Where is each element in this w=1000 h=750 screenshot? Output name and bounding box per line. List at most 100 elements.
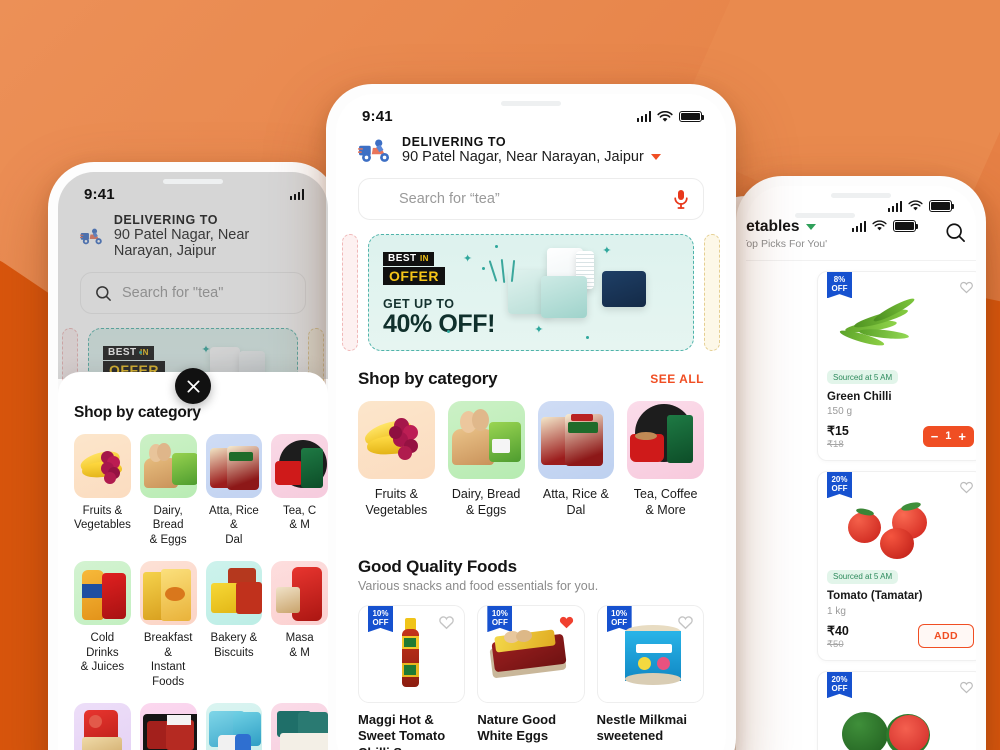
- category-item-tea-coffee-more[interactable]: Tea, C & M: [271, 434, 328, 547]
- category-item-pharma-wellness[interactable]: Phar Well: [271, 703, 328, 750]
- product-card-eggs[interactable]: 10% OFF Nature Good White Eggs: [477, 604, 585, 750]
- category-image-dairy-bread-eggs: [139, 434, 197, 498]
- product-card-green-chilli[interactable]: 8% OFF Sourced at 5 AM Green Chilli 150 …: [817, 271, 976, 461]
- section-subtitle: Various snacks and food essentials for y…: [358, 578, 599, 593]
- delivering-address-row[interactable]: 90 Patel Nagar, Near Narayan, Jaipur: [402, 149, 661, 165]
- product-card-watermelon[interactable]: 20% OFF: [817, 670, 976, 750]
- category-label: Atta, Rice & Dal: [542, 487, 609, 517]
- category-label: Dairy, Bread & Eggs: [451, 487, 521, 517]
- product-quantity: 150 g: [827, 405, 853, 417]
- product-image-watermelon: [827, 686, 974, 750]
- category-sheet: Shop by category Fruits & Vegetables Dai…: [58, 372, 328, 750]
- category-image-baby-care: [205, 703, 263, 750]
- category-item-fruits-vegetables[interactable]: Fruits & Vegetables: [358, 401, 435, 519]
- category-item-atta-rice-dal[interactable]: Atta, Rice & Dal: [537, 401, 615, 519]
- banner-peek-left[interactable]: [342, 234, 358, 352]
- product-row: 10% OFF Maggi Hot & Sweet Tomato Chilli …: [336, 593, 726, 750]
- delivering-address: 90 Patel Nagar, Near Narayan, Jaipur: [402, 149, 644, 165]
- category-item-atta-rice-dal[interactable]: Atta, Rice & Dal: [205, 434, 263, 547]
- search-icon: [96, 285, 111, 301]
- category-image-fruits-vegetables: [358, 401, 435, 480]
- product-card-milkmaid[interactable]: 10% OFF Nestle Milkmai sweetened: [596, 604, 704, 750]
- search-input-left[interactable]: Search for "tea": [80, 272, 306, 314]
- star-decor: ✦: [534, 323, 544, 336]
- see-all-link[interactable]: SEE ALL: [650, 372, 704, 386]
- category-item-fruits-vegetables[interactable]: Fruits & Vegetables: [74, 434, 131, 547]
- category-item-bakery-biscuits[interactable]: Bakery & Biscuits: [205, 561, 263, 689]
- search-placeholder: Search for “tea”: [399, 191, 500, 207]
- category-label: Cold Drinks & Juices: [80, 632, 125, 674]
- category-item-dairy-bread-eggs[interactable]: Dairy, Bread & Eggs: [447, 401, 525, 519]
- increase-icon[interactable]: +: [958, 430, 966, 443]
- spark-line: [500, 259, 506, 284]
- search-icon[interactable]: [945, 222, 966, 243]
- battery-full-icon: [929, 200, 955, 212]
- dot-decor: [586, 336, 590, 340]
- category-item-baby-care-products[interactable]: Baby Care Products: [205, 703, 263, 750]
- speaker-grille: [795, 213, 855, 218]
- product-old-price: ₹50: [827, 638, 844, 650]
- banner-peek-right[interactable]: [704, 234, 720, 352]
- category-subtitle: in 'Top Picks For You': [746, 238, 828, 250]
- search-placeholder: Search for "tea": [122, 285, 224, 301]
- spark-line: [488, 260, 498, 283]
- delivering-to-left[interactable]: DELIVERING TO 90 Patel Nagar, Near Naray…: [58, 205, 328, 259]
- category-item-dairy-bread-eggs[interactable]: Dairy, Bread & Eggs: [139, 434, 197, 547]
- delivering-address-row[interactable]: 90 Patel Nagar, Near Narayan, Jaipur: [114, 227, 306, 259]
- category-item-tea-coffee-more[interactable]: Tea, Coffee & More: [627, 401, 704, 519]
- delivering-address: 90 Patel Nagar, Near Narayan, Jaipur: [113, 227, 250, 259]
- dot-decor: [446, 329, 450, 333]
- decrease-icon[interactable]: −: [931, 430, 939, 443]
- badge-best: BEST: [388, 253, 417, 264]
- category-image-pharma: [271, 703, 328, 750]
- category-item-masala-more[interactable]: Masa & M: [271, 561, 328, 689]
- product-grid: 8% OFF Sourced at 5 AM Green Chilli 150 …: [746, 261, 976, 750]
- category-label: Fruits & Vegetables: [74, 505, 131, 532]
- banner-percent: 40% OFF!: [383, 310, 496, 338]
- phone-center: 9:41 DELIVERING TO 90 Patel Nagar, Near …: [326, 84, 736, 750]
- signal-bars-icon: [887, 200, 902, 212]
- product-image-green-chilli: [827, 286, 974, 364]
- category-image-chicken-meat: [139, 703, 197, 750]
- category-item-chicken-meet-fish[interactable]: Chicken Meet & Fish: [139, 703, 197, 750]
- product-name: Nestle Milkmai sweetened: [596, 711, 687, 744]
- category-item-cold-drinks-juices[interactable]: Cold Drinks & Juices: [74, 561, 131, 689]
- status-time: 9:41: [84, 186, 115, 203]
- best-offer-badge: BEST IN OFFER: [383, 248, 445, 285]
- category-item-sauces-spreads[interactable]: Sauces & Spreads: [74, 703, 131, 750]
- product-card-tomato[interactable]: 20% OFF Sourced at 5 AM Tomato (Tamatar): [817, 470, 976, 661]
- close-icon: [187, 380, 199, 392]
- category-image-atta-rice-dal: [537, 401, 615, 480]
- offer-banner[interactable]: BEST IN OFFER GET UP TO 40% OFF! ✦ ✦ ✦: [368, 234, 694, 352]
- badge-in: IN: [419, 254, 429, 263]
- delivering-to[interactable]: DELIVERING TO 90 Patel Nagar, Near Naray…: [336, 127, 726, 165]
- quantity-stepper[interactable]: − 1 +: [922, 425, 974, 447]
- chevron-down-icon[interactable]: [650, 154, 661, 160]
- microphone-icon[interactable]: [673, 189, 689, 209]
- dot-decor: [482, 267, 486, 271]
- statusbar-left: 9:41: [58, 172, 328, 205]
- category-image-bakery: [205, 561, 263, 626]
- delivering-label: DELIVERING TO: [402, 135, 507, 149]
- search-input[interactable]: Search for “tea”: [358, 178, 704, 220]
- category-image-atta-rice-dal: [205, 434, 263, 498]
- category-label: Tea, Coffee & More: [633, 487, 698, 517]
- product-price: ₹40: [827, 623, 849, 638]
- product-image-milkmaid: [598, 606, 703, 702]
- dot-decor: [495, 245, 499, 249]
- category-image-fruits-vegetables: [74, 434, 131, 498]
- close-button[interactable]: [175, 368, 211, 404]
- product-quantity: 1 kg: [827, 605, 846, 617]
- section-title: Good Quality Foods: [358, 556, 517, 576]
- wifi-icon: [872, 220, 887, 231]
- add-button[interactable]: ADD: [918, 624, 974, 649]
- speaker-grille: [831, 193, 891, 198]
- category-item-breakfast-instant-foods[interactable]: Breakfast & Instant Foods: [139, 561, 197, 689]
- sheet-title: Shop by category: [74, 404, 201, 421]
- phone-left: 9:41 DELIVERING TO 90 Patel Nagar, Near …: [48, 162, 338, 750]
- category-image-tea-coffee-more: [271, 434, 328, 498]
- category-label: Masa & M: [285, 632, 314, 659]
- product-image-tomato: [827, 486, 974, 564]
- category-image-sauces: [74, 703, 131, 750]
- product-card-maggi[interactable]: 10% OFF Maggi Hot & Sweet Tomato Chilli …: [358, 604, 466, 750]
